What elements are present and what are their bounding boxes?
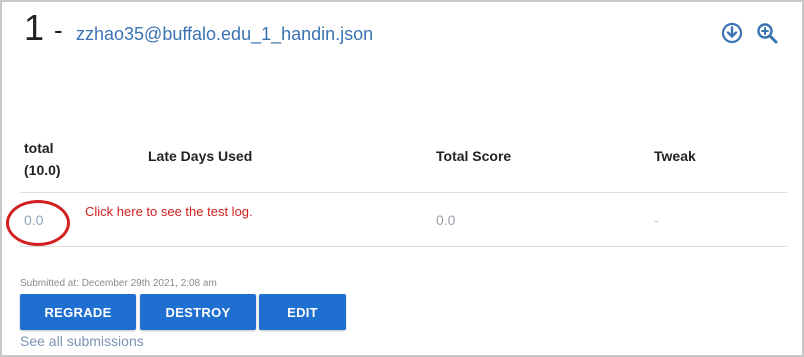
table-divider-bottom bbox=[20, 246, 787, 247]
total-score-value: 0.0 bbox=[436, 212, 456, 228]
submission-filename-link[interactable]: zzhao35@buffalo.edu_1_handin.json bbox=[76, 22, 373, 46]
submitted-at-text: Submitted at: December 29th 2021, 2:08 a… bbox=[20, 278, 217, 289]
column-tweak: Tweak bbox=[654, 148, 696, 164]
edit-button[interactable]: EDIT bbox=[259, 294, 346, 330]
column-total-label: total bbox=[24, 140, 54, 156]
column-total-max: (10.0) bbox=[24, 162, 61, 178]
title-separator: - bbox=[54, 15, 63, 45]
zoom-in-icon[interactable] bbox=[756, 22, 778, 44]
download-circle-icon[interactable] bbox=[721, 22, 743, 44]
see-all-submissions-link[interactable]: See all submissions bbox=[20, 333, 144, 349]
regrade-button[interactable]: REGRADE bbox=[20, 294, 136, 330]
tweak-value: - bbox=[654, 212, 659, 228]
column-late-days: Late Days Used bbox=[148, 148, 253, 164]
annotation-note: Click here to see the test log. bbox=[85, 204, 253, 219]
highlight-circle bbox=[6, 200, 70, 246]
column-total: total (10.0) bbox=[24, 137, 61, 181]
table-divider bbox=[20, 192, 787, 193]
submission-number: 1 bbox=[24, 7, 45, 48]
grades-table-header: total (10.0) Late Days Used Total Score … bbox=[2, 137, 802, 193]
submission-panel: 1 - zzhao35@buffalo.edu_1_handin.json to… bbox=[0, 0, 804, 357]
destroy-button[interactable]: DESTROY bbox=[140, 294, 256, 330]
column-total-score: Total Score bbox=[436, 148, 512, 164]
